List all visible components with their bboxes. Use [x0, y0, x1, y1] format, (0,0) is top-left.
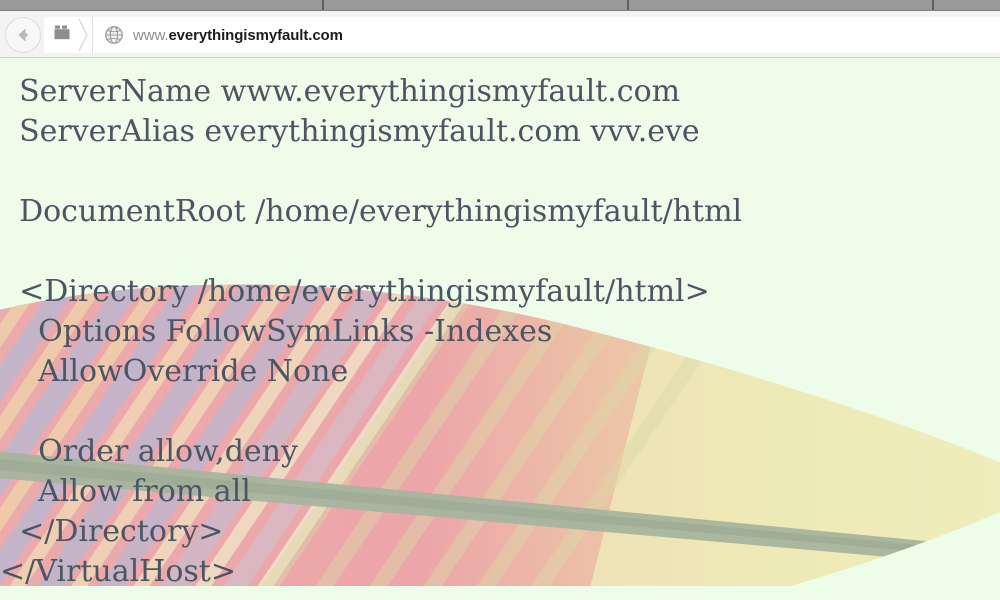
url-display[interactable]: www.everythingismyfault.com: [133, 27, 343, 44]
config-line: Options FollowSymLinks -Indexes: [0, 314, 553, 349]
address-bar[interactable]: www.everythingismyfault.com: [44, 17, 1000, 53]
url-prefix: www.: [133, 26, 169, 44]
config-line: ServerAlias everythingismyfault.com vvv.…: [0, 114, 700, 149]
back-arrow-icon: [12, 24, 34, 46]
breadcrumb[interactable]: [44, 17, 92, 53]
apache-config-text: ServerName www.everythingismyfault.com S…: [0, 58, 1000, 592]
config-line: </VirtualHost>: [0, 554, 236, 589]
tab-strip: [0, 0, 1000, 11]
url-host: everythingismyfault.com: [168, 26, 343, 44]
browser-tab-1[interactable]: [0, 0, 322, 10]
browser-tab-3[interactable]: [627, 0, 932, 10]
config-line: [0, 392, 1000, 432]
globe-icon[interactable]: [99, 17, 129, 53]
config-line: [0, 152, 1000, 192]
chevron-right-icon: [76, 17, 90, 53]
config-line: DocumentRoot /home/everythingismyfault/h…: [0, 194, 743, 229]
browser-tab-2[interactable]: [322, 0, 627, 10]
address-divider: [92, 17, 93, 53]
config-line: Allow from all: [0, 474, 251, 509]
config-line: ServerName www.everythingismyfault.com: [0, 74, 681, 109]
config-line: </Directory>: [0, 514, 224, 549]
config-line: AllowOverride None: [0, 354, 349, 389]
page-content: ServerName www.everythingismyfault.com S…: [0, 58, 1000, 600]
config-line: [0, 232, 1000, 272]
browser-tab-4[interactable]: [932, 0, 1000, 10]
browser-toolbar: www.everythingismyfault.com: [0, 11, 1000, 58]
back-button[interactable]: [5, 17, 41, 53]
browser-window: www.everythingismyfault.com ServerName w…: [0, 0, 1000, 600]
config-line: Order allow,deny: [0, 434, 298, 469]
config-line: <Directory /home/everythingismyfault/htm…: [0, 274, 710, 309]
folder-icon: [52, 22, 76, 49]
